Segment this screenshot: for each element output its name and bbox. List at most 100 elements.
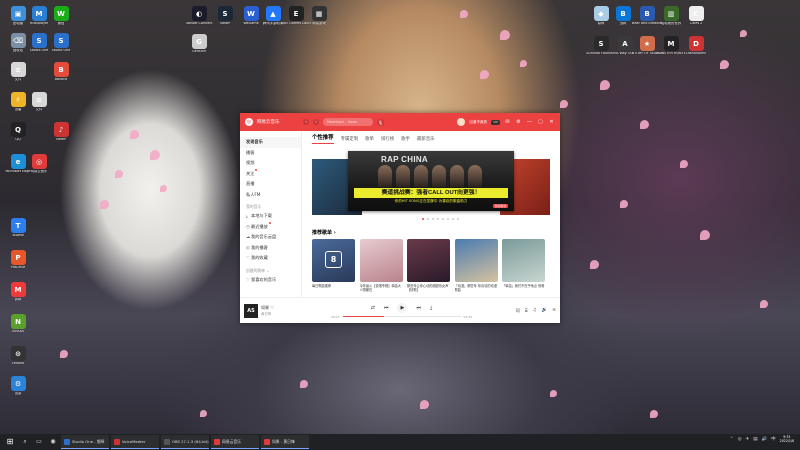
my-music-item-4[interactable]: ♡我的收藏 bbox=[240, 253, 301, 264]
back-button[interactable]: ‹ bbox=[303, 119, 309, 125]
playlist-cover[interactable]: 8 bbox=[312, 239, 355, 282]
volume-tray-icon[interactable]: 🔊 bbox=[762, 437, 768, 442]
sidebar-item-5[interactable]: 私人FM bbox=[240, 190, 301, 201]
taskbar-app-2[interactable]: OBS 27.1.3 (64-bit) bbox=[161, 435, 209, 449]
shuffle-icon[interactable]: ⇄ bbox=[371, 305, 375, 311]
sidebar-item-0[interactable]: 发现音乐 bbox=[240, 137, 301, 148]
banner-carousel[interactable]: RAP CHINA 赛道挑战赛：强者CALL OUT向更强！ 你的HIT SON… bbox=[312, 151, 550, 223]
desktop-icon-right-3[interactable]: B Bear and Breakfast bbox=[632, 6, 662, 26]
forward-button[interactable]: › bbox=[313, 119, 319, 125]
taskbar-app-3[interactable]: 网易云音乐 bbox=[211, 435, 259, 449]
tab-3[interactable]: 排行榜 bbox=[381, 136, 394, 144]
desktop-icon-left-11[interactable]: Q QQ bbox=[5, 122, 31, 142]
banner-pagination[interactable] bbox=[422, 218, 459, 220]
music-note-icon[interactable]: ♫ bbox=[533, 308, 537, 314]
maximize-button[interactable]: ▢ bbox=[537, 119, 544, 125]
avatar[interactable] bbox=[457, 118, 466, 126]
search-icon[interactable]: ⌕ bbox=[19, 436, 31, 448]
desktop-icon-left-3[interactable]: W 微信 bbox=[48, 6, 74, 26]
vip-badge[interactable]: VIP bbox=[491, 119, 500, 125]
album-art[interactable]: AS bbox=[244, 303, 258, 318]
banner-current-slide[interactable]: RAP CHINA 赛道挑战赛：强者CALL OUT向更强！ 你的HIT SON… bbox=[348, 151, 514, 211]
settings-icon[interactable]: ⚙ bbox=[515, 119, 522, 125]
progress-slider[interactable] bbox=[342, 315, 461, 318]
desktop-icon-left-19[interactable]: ⊙ Lenovo bbox=[5, 346, 31, 366]
desktop-icon-right-9[interactable]: M MONSTER HUNTER bbox=[656, 36, 686, 56]
tab-0[interactable]: 个性推荐 bbox=[312, 133, 334, 144]
clock[interactable]: 9:33 2022/1/8 bbox=[780, 435, 794, 443]
desktop-icon-top-6[interactable]: ▦ 网易游戏 bbox=[306, 6, 332, 26]
start-icon[interactable]: ⊞ bbox=[3, 435, 17, 449]
minimize-button[interactable]: — bbox=[526, 119, 533, 125]
desktop-icon-left-6[interactable]: S Studio One bbox=[48, 33, 74, 53]
sidebar-item-4[interactable]: 直播 bbox=[240, 179, 301, 190]
playlist-name[interactable]: 每日歌曲推荐 bbox=[312, 284, 355, 292]
taskbar-app-4[interactable]: 如果 - 黄日锋 bbox=[261, 435, 309, 449]
volume-icon[interactable]: 🔊 bbox=[542, 308, 548, 314]
desktop-icon-left-12[interactable]: ♪ Steam bbox=[48, 122, 74, 142]
playlist-name[interactable]: 「动漫」那些年 你喜欢的动漫歌曲 bbox=[455, 284, 498, 292]
playlist-name[interactable]: 那些年让你心动的超甜系女声【情歌】 bbox=[407, 284, 450, 292]
download-icon[interactable]: ⤓ bbox=[430, 305, 432, 311]
sidebar-item-3[interactable]: 关注 bbox=[240, 168, 301, 180]
playlist-card[interactable]: 8 每日歌曲推荐 bbox=[312, 239, 355, 292]
my-music-item-2[interactable]: ☁我的音乐云盘 bbox=[240, 232, 301, 243]
tray-display-icon[interactable]: ▤ bbox=[753, 437, 757, 442]
playlist-name[interactable]: 今年最火【说唱专辑】单曲大人物都在 bbox=[360, 284, 403, 292]
desktop-icon-left-17[interactable]: M 剪映 bbox=[5, 282, 31, 302]
tray-network-icon[interactable]: ✈ bbox=[746, 437, 750, 442]
desktop-icon-right-6[interactable]: S Survival Fountain bbox=[586, 36, 616, 56]
playlist-cover[interactable] bbox=[407, 239, 450, 282]
lyrics-icon[interactable]: 词 bbox=[515, 308, 520, 314]
tray-app-icon[interactable]: ◎ bbox=[738, 437, 742, 442]
desktop-icon-top-7[interactable]: G Genshin bbox=[186, 34, 212, 54]
desktop-icon-right-5[interactable]: C Cities 2 bbox=[683, 6, 709, 26]
task-view-icon[interactable]: ▭ bbox=[33, 436, 45, 448]
my-music-item-0[interactable]: ⤓ 本地与下载 bbox=[240, 211, 301, 222]
desktop-icon-right-10[interactable]: D Dishonored bbox=[683, 36, 709, 56]
desktop-icon-left-20[interactable]: ⚙ 迅游 bbox=[5, 376, 31, 396]
sidebar-item-1[interactable]: 播客 bbox=[240, 148, 301, 159]
desktop-icon-left-8[interactable]: B Banana bbox=[48, 62, 74, 82]
tray-overflow-icon[interactable]: ⌃ bbox=[730, 437, 734, 442]
desktop-icon-top-1[interactable]: ◐ Ubisoft Connect bbox=[186, 6, 213, 26]
playlist-card[interactable]: 今年最火【说唱专辑】单曲大人物都在 bbox=[359, 239, 403, 292]
search-input[interactable]: Moonlight - Swan bbox=[323, 118, 373, 126]
my-music-item-1[interactable]: ◷最近播放 bbox=[240, 221, 301, 233]
tab-4[interactable]: 歌手 bbox=[401, 136, 410, 144]
playlist-card[interactable]: 「动漫」那些年 你喜欢的动漫歌曲 bbox=[454, 239, 498, 292]
previous-icon[interactable]: ⏮ bbox=[384, 305, 389, 311]
tab-5[interactable]: 最新音乐 bbox=[417, 136, 435, 144]
desktop-icon-top-2[interactable]: S Steam bbox=[212, 6, 238, 26]
taskbar-app-1[interactable]: VoiceMeeter bbox=[111, 435, 159, 449]
sidebar-item-2[interactable]: 视频 bbox=[240, 158, 301, 169]
desktop-icon-left-10[interactable]: ≡ 文件 bbox=[26, 92, 52, 112]
recommended-playlists-title[interactable]: 推荐歌单 › bbox=[312, 229, 336, 236]
desktop-icon-left-16[interactable]: P ProDrive bbox=[5, 250, 31, 270]
close-button[interactable]: ✕ bbox=[548, 119, 555, 125]
tab-2[interactable]: 歌单 bbox=[365, 136, 374, 144]
desktop-icon-right-4[interactable]: ▥ 哈哈我的世界 bbox=[658, 6, 684, 26]
user-name[interactable]: 出道不爽的 bbox=[469, 120, 487, 125]
mic-icon[interactable]: 🎙 bbox=[377, 118, 384, 126]
playlist-card[interactable]: 那些年让你心动的超甜系女声【情歌】 bbox=[407, 239, 450, 292]
message-icon[interactable]: ✉ bbox=[504, 119, 511, 125]
playlist-cover[interactable] bbox=[359, 239, 403, 282]
play-button[interactable]: ▶ bbox=[397, 302, 408, 313]
sound-effect-icon[interactable]: ⌸ bbox=[525, 308, 528, 314]
playlist-icon[interactable]: ≡ bbox=[552, 308, 556, 314]
desktop-icon-left-15[interactable]: T ToDesk bbox=[5, 218, 31, 238]
browser-icon[interactable]: ◉ bbox=[47, 436, 59, 448]
tab-1[interactable]: 专属定制 bbox=[341, 136, 359, 144]
created-playlist-item-0[interactable]: ♡我喜欢的音乐 bbox=[240, 275, 301, 286]
playlist-cover[interactable] bbox=[454, 239, 498, 282]
taskbar-app-0[interactable]: Studio One - 钢琴 bbox=[61, 435, 109, 449]
created-playlists-header[interactable]: 创建的歌单 ⌄ bbox=[240, 266, 301, 275]
desktop-icon-left-7[interactable]: ≡ 文件 bbox=[5, 62, 31, 82]
input-method-icon[interactable]: 中 bbox=[771, 436, 776, 442]
next-icon[interactable]: ⏭ bbox=[416, 305, 421, 311]
desktop-icon-left-18[interactable]: N NVIDIA bbox=[5, 314, 31, 334]
playlist-cover[interactable] bbox=[502, 239, 545, 282]
song-artist[interactable]: 黄日锋 bbox=[261, 311, 309, 316]
desktop-icon-left-14[interactable]: ◎ 网易云音乐 bbox=[26, 154, 52, 174]
